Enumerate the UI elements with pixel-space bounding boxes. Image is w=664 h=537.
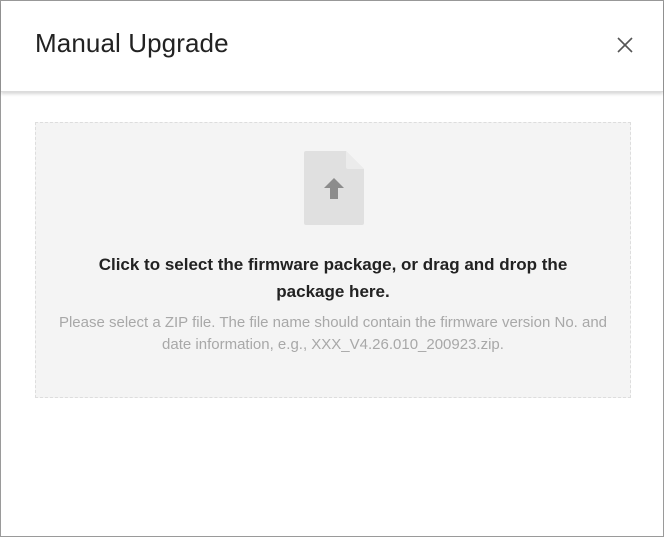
file-upload-icon [304, 151, 364, 225]
close-button[interactable] [614, 34, 636, 56]
dropzone-hint: Please select a ZIP file. The file name … [58, 314, 608, 353]
dropzone-instruction: Click to select the firmware package, or… [98, 255, 568, 301]
firmware-dropzone[interactable]: Click to select the firmware package, or… [35, 122, 631, 398]
dialog-header: Manual Upgrade [1, 1, 663, 92]
manual-upgrade-dialog: Manual Upgrade Click to select the firmw… [0, 0, 664, 537]
dialog-title: Manual Upgrade [35, 28, 229, 58]
close-icon [617, 37, 633, 53]
